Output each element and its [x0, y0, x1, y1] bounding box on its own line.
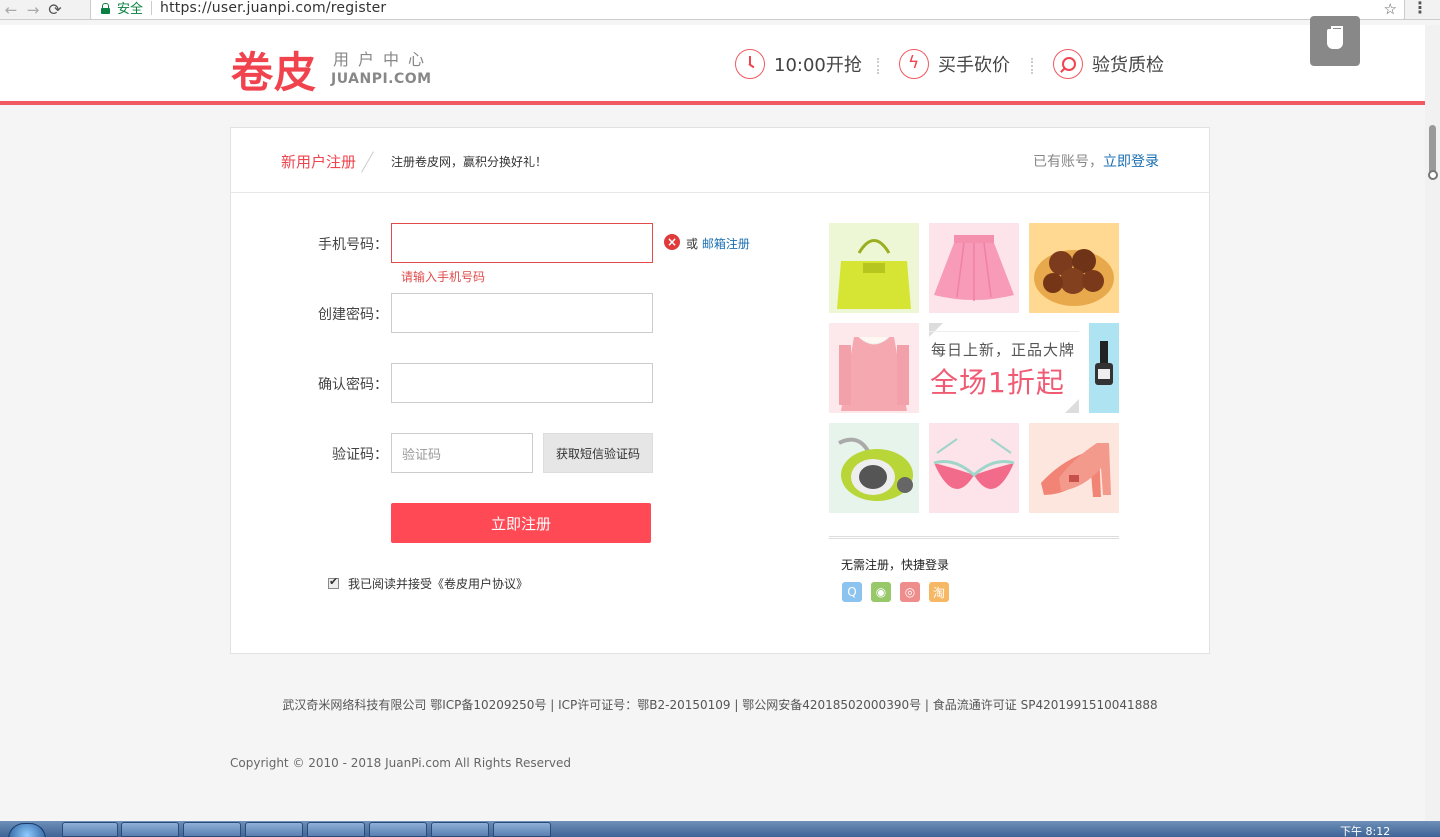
tray-clock[interactable]: 下午 8:12	[1340, 823, 1390, 837]
banner-line1: 每日上新，正品大牌	[931, 341, 1076, 359]
agree-text[interactable]: 我已阅读并接受《卷皮用户协议》	[348, 575, 528, 592]
product-tile-skirt[interactable]	[929, 223, 1019, 313]
back-button[interactable]: ←	[0, 1, 22, 19]
product-tile-handbag[interactable]	[829, 223, 919, 313]
nail-polish-image	[1095, 341, 1113, 385]
product-tile-vacuum[interactable]	[829, 423, 919, 513]
email-register-link[interactable]: 邮箱注册	[702, 237, 750, 251]
register-button[interactable]: 立即注册	[391, 503, 651, 543]
lock-icon	[101, 2, 110, 14]
divider	[1031, 58, 1033, 74]
banner-rule	[929, 331, 1079, 332]
banner-line2: 全场1折起	[930, 366, 1065, 399]
taskbar-ie-icon[interactable]	[62, 822, 118, 837]
product-tile-bra[interactable]	[929, 423, 1019, 513]
handbag-image	[837, 239, 911, 309]
extension-icon[interactable]	[1310, 16, 1360, 66]
email-register-option: 或 邮箱注册	[686, 235, 750, 252]
confirm-password-label: 确认密码：	[318, 377, 388, 393]
panel-title: 新用户注册	[281, 153, 357, 171]
taskbar-app-icon[interactable]	[245, 822, 303, 837]
title-slash	[361, 151, 374, 173]
bolt-icon	[899, 49, 929, 79]
logo-subtitle-cn: 用户中心	[333, 50, 434, 69]
divider	[877, 58, 879, 74]
feature-label: 10:00开抢	[774, 55, 862, 76]
jacket-image	[839, 336, 909, 411]
feature-label: 买手砍价	[938, 55, 1010, 76]
taobao-icon[interactable]: 淘	[929, 582, 949, 602]
bra-image	[933, 438, 1015, 489]
agreement: 我已阅读并接受《卷皮用户协议》	[328, 575, 528, 592]
product-tile-nail-polish[interactable]	[1089, 323, 1119, 413]
url-text[interactable]: https://user.juanpi.com/register	[160, 0, 386, 16]
login-link[interactable]: 立即登录	[1103, 154, 1159, 170]
quick-login-title: 无需注册，快捷登录	[841, 558, 950, 572]
wechat-icon[interactable]: ◉	[871, 582, 891, 602]
feature-label: 验货质检	[1092, 55, 1164, 76]
site-header: 卷皮 用户中心 JUANPI.COM 10:00开抢 买手砍价 验货质检	[0, 25, 1425, 102]
login-prompt-text: 已有账号，	[1033, 154, 1103, 170]
clock-icon	[735, 49, 765, 79]
phone-input[interactable]	[391, 223, 653, 263]
or-text: 或	[686, 237, 699, 251]
os-taskbar: 下午 8:12	[0, 821, 1440, 837]
bookmark-star-icon[interactable]: ☆	[1384, 0, 1397, 18]
panel-subtitle: 注册卷皮网，赢积分换好礼！	[391, 155, 548, 169]
feature-inspection: 验货质检	[1053, 49, 1164, 79]
agree-checkbox[interactable]	[328, 575, 339, 589]
start-button-icon[interactable]	[8, 823, 46, 837]
taskbar-terminal-icon[interactable]	[369, 822, 427, 837]
forward-button[interactable]: →	[22, 1, 44, 19]
logo-subtitle-en: JUANPI.COM	[331, 71, 432, 87]
confirm-password-input[interactable]	[391, 363, 653, 403]
sms-code-button[interactable]: 获取短信验证码	[543, 433, 653, 473]
weibo-icon[interactable]: ◎	[900, 582, 920, 602]
promo-banner[interactable]: 每日上新，正品大牌 全场1折起	[929, 323, 1089, 413]
banner-corner	[1065, 399, 1079, 413]
taskbar-chrome-icon[interactable]	[307, 822, 365, 837]
qq-icon[interactable]: Q	[842, 582, 862, 602]
quick-login-divider	[829, 536, 1119, 539]
panel-header: 新用户注册 注册卷皮网，赢积分换好礼！ 已有账号，立即登录	[231, 128, 1209, 193]
secure-label: 安全	[117, 2, 144, 17]
footer-copyright: Copyright © 2010 - 2018 JuanPi.com All R…	[230, 756, 571, 770]
address-bar[interactable]: 安全 https://user.juanpi.com/register	[90, 0, 1405, 20]
header-accent-line	[0, 101, 1425, 105]
product-tile-heels[interactable]	[1029, 423, 1119, 513]
taskbar-app-icon[interactable]	[493, 822, 551, 837]
banner-corner	[929, 323, 943, 337]
heels-image	[1041, 443, 1111, 497]
logo[interactable]: 卷皮	[231, 39, 317, 100]
taskbar-app-icon[interactable]	[431, 822, 489, 837]
search-icon	[1053, 49, 1083, 79]
footer-company-info: 武汉奇米网络科技有限公司 鄂ICP备10209250号 | ICP许可证号：鄂B…	[282, 698, 1158, 712]
vacuum-image	[838, 437, 913, 501]
code-label: 验证码：	[332, 447, 388, 463]
phone-label: 手机号码：	[318, 237, 388, 253]
code-input[interactable]: 验证码	[391, 433, 533, 473]
register-panel: 新用户注册 注册卷皮网，赢积分换好礼！ 已有账号，立即登录 手机号码： × 或 …	[230, 127, 1210, 654]
reload-button[interactable]: ⟳	[44, 0, 66, 19]
password-label: 创建密码：	[318, 307, 388, 323]
feature-flash-sale: 10:00开抢	[735, 49, 862, 79]
scroll-dot[interactable]	[1428, 170, 1438, 180]
product-tile-chestnuts[interactable]	[1029, 223, 1119, 313]
taskbar-app-icon[interactable]	[183, 822, 241, 837]
product-tile-jacket[interactable]	[829, 323, 919, 413]
browser-toolbar: ← → ⟳ 安全 https://user.juanpi.com/registe…	[0, 0, 1440, 20]
password-input[interactable]	[391, 293, 653, 333]
chestnuts-image	[1034, 249, 1114, 306]
login-prompt: 已有账号，立即登录	[1033, 151, 1159, 171]
phone-error-message: 请输入手机号码	[401, 270, 486, 284]
skirt-image	[934, 235, 1014, 301]
browser-menu-icon[interactable]: ⋮	[1412, 0, 1428, 17]
address-separator	[151, 0, 153, 15]
feature-bargain: 买手砍价	[899, 49, 1010, 79]
error-icon: ×	[664, 234, 680, 250]
taskbar-folder-icon[interactable]	[121, 822, 179, 837]
